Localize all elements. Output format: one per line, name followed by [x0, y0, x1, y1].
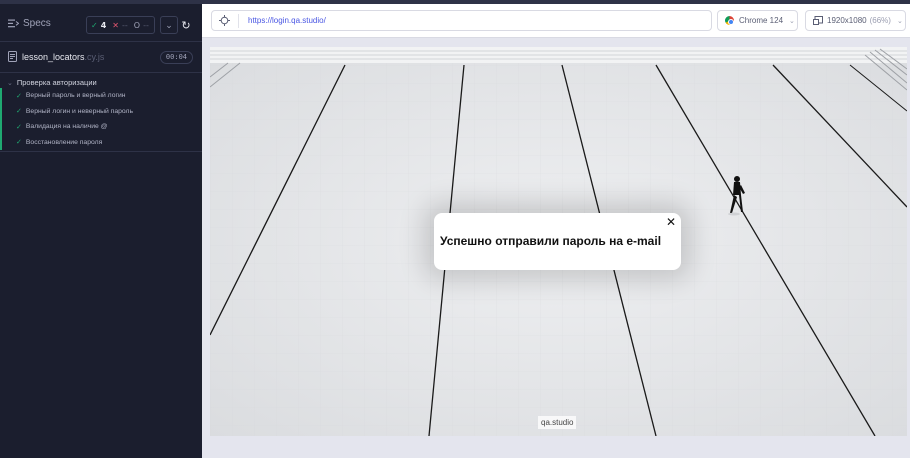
suite-title-row[interactable]: ⌄ Проверка авторизации — [7, 78, 97, 87]
viewport-info[interactable]: 1920x1080 (66%) ⌄ — [805, 10, 906, 31]
test-label: Верный пароль и верный логин — [25, 92, 126, 100]
url-bar[interactable]: https://login.qa.studio/ — [211, 10, 712, 31]
success-popup: ✕ Успешно отправили пароль на e-mail — [434, 213, 681, 270]
suite-block: ⌄ Проверка авторизации — [0, 72, 202, 87]
chevron-down-icon: ⌄ — [789, 17, 795, 25]
document-icon — [8, 51, 17, 62]
viewport-icon — [813, 16, 823, 25]
test-label: Валидация на наличие @ — [25, 123, 108, 131]
specs-button[interactable]: Specs — [8, 18, 51, 29]
test-label: Восстановление пароля — [25, 138, 103, 146]
chevron-down-icon: ⌄ — [165, 19, 173, 30]
popup-message: Успешно отправили пароль на e-mail — [440, 234, 662, 248]
passed-count: 4 — [100, 20, 107, 30]
spec-duration: 00:04 — [159, 51, 193, 64]
chevron-down-icon: ⌄ — [896, 17, 903, 25]
viewport-size: 1920x1080 — [827, 16, 867, 25]
test-stats: ✓ 4 ✕ -- O -- — [86, 16, 155, 34]
specs-list-icon — [8, 19, 19, 28]
testing-preferences-button[interactable]: ⌄ — [160, 16, 178, 34]
spec-file-name: lesson_locators.cy.js — [22, 52, 104, 62]
specs-header: Specs ✓ 4 ✕ -- O -- ⌄ ↻ — [0, 8, 202, 42]
watermark-label: qa.studio — [538, 416, 577, 429]
check-icon: ✓ — [16, 92, 22, 100]
pending-icon: O — [133, 20, 141, 30]
aut-iframe: ✕ Успешно отправили пароль на e-mail qa.… — [210, 47, 907, 436]
spec-file-extension: .cy.js — [84, 52, 105, 62]
viewport-zoom: (66%) — [869, 16, 891, 25]
chrome-icon — [725, 16, 734, 25]
test-label: Верный логин и неверный пароль — [25, 107, 134, 115]
reload-icon: ↻ — [181, 19, 191, 32]
passed-icon: ✓ — [91, 20, 98, 30]
divider — [238, 14, 239, 28]
test-item[interactable]: ✓ Валидация на наличие @ — [2, 119, 202, 135]
test-item[interactable]: ✓ Верный логин и неверный пароль — [2, 104, 202, 120]
test-item[interactable]: ✓ Верный пароль и верный логин — [2, 88, 202, 104]
browser-label: Chrome 124 — [739, 16, 784, 25]
failed-icon: ✕ — [112, 20, 119, 30]
test-item[interactable]: ✓ Восстановление пароля — [2, 135, 202, 151]
selector-playground-icon[interactable] — [219, 15, 230, 26]
check-icon: ✓ — [16, 123, 22, 131]
chevron-down-icon: ⌄ — [7, 79, 13, 87]
test-list: ✓ Верный пароль и верный логин ✓ Верный … — [0, 88, 202, 150]
url-text[interactable]: https://login.qa.studio/ — [248, 16, 326, 25]
check-icon: ✓ — [16, 139, 22, 147]
reporter-panel: Specs ✓ 4 ✕ -- O -- ⌄ ↻ lesson_locators.… — [0, 0, 202, 458]
divider — [0, 151, 202, 152]
spec-file-row[interactable]: lesson_locators.cy.js 00:04 — [0, 48, 202, 68]
failed-count: -- — [121, 20, 128, 30]
suite-title: Проверка авторизации — [16, 78, 97, 87]
rerun-tests-button[interactable]: ↻ — [177, 16, 195, 34]
spec-file-basename: lesson_locators — [22, 52, 85, 62]
pending-count: -- — [143, 20, 149, 30]
close-icon[interactable]: ✕ — [666, 215, 676, 229]
aut-header: https://login.qa.studio/ Chrome 124 ⌄ 19… — [202, 0, 910, 38]
specs-label: Specs — [23, 18, 51, 29]
check-icon: ✓ — [16, 108, 22, 116]
browser-selector[interactable]: Chrome 124 ⌄ — [717, 10, 798, 31]
